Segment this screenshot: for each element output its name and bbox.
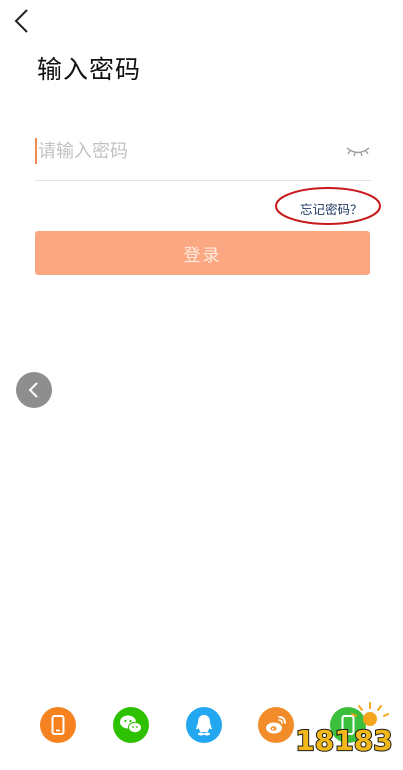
back-button[interactable] xyxy=(12,8,34,34)
weibo-icon xyxy=(266,716,286,734)
page-title: 输入密码 xyxy=(37,55,142,84)
chevron-left-icon xyxy=(14,9,28,33)
forgot-password-link[interactable]: 忘记密码？ xyxy=(300,199,363,218)
qq-login-button[interactable] xyxy=(186,707,222,743)
floating-back-button[interactable] xyxy=(16,372,52,408)
chevron-left-icon xyxy=(28,382,38,398)
login-button[interactable]: 登录 xyxy=(35,231,370,275)
phone-login-button[interactable] xyxy=(40,707,76,743)
password-input[interactable] xyxy=(38,134,338,168)
eye-closed-icon xyxy=(346,147,370,157)
wechat-icon xyxy=(120,715,142,734)
weibo-login-button[interactable] xyxy=(258,707,294,743)
phone-green-icon xyxy=(341,715,355,735)
password-visibility-toggle[interactable] xyxy=(345,142,371,160)
phone-icon xyxy=(51,715,65,735)
other-login-button[interactable] xyxy=(330,707,366,743)
password-field-row xyxy=(35,130,371,181)
qq-icon xyxy=(196,715,212,736)
text-caret xyxy=(35,138,37,164)
wechat-login-button[interactable] xyxy=(113,707,149,743)
